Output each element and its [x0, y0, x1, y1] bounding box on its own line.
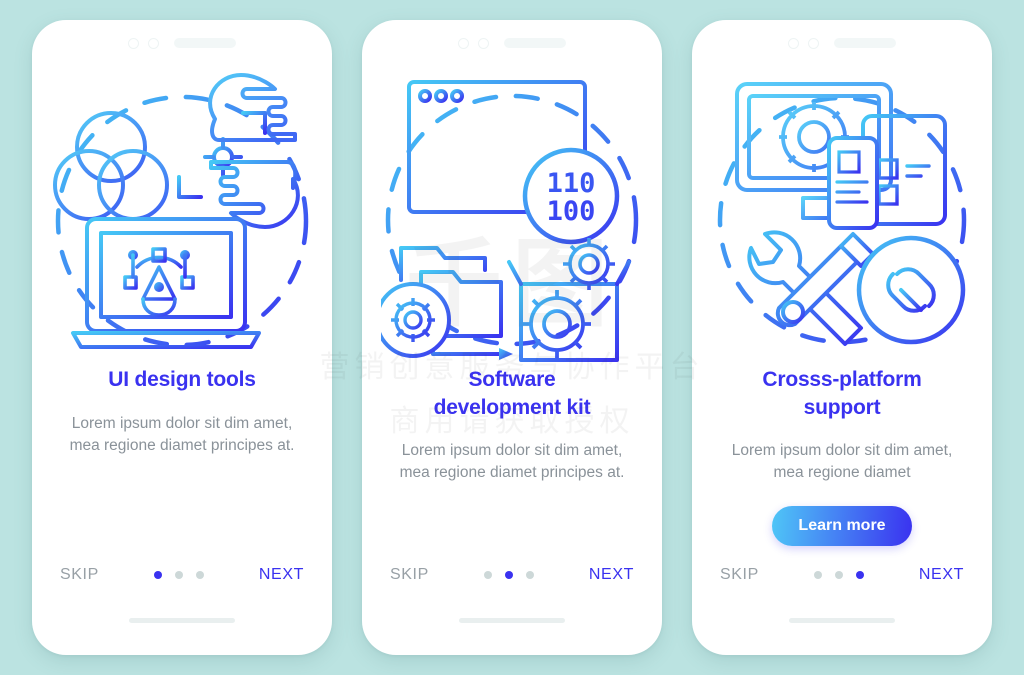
onboarding-screens-stage: UI design tools Lorem ipsum dolor sit di… — [0, 0, 1024, 675]
page-description: Lorem ipsum dolor sit dim amet, mea regi… — [731, 442, 953, 482]
phone-notch — [362, 20, 662, 66]
phone-screen-ui-design-tools: UI design tools Lorem ipsum dolor sit di… — [32, 20, 332, 655]
camera-icon — [788, 37, 799, 49]
page-indicator-dots — [483, 571, 534, 579]
speaker-grille — [504, 38, 566, 48]
home-indicator — [789, 618, 895, 623]
next-button[interactable]: NEXT — [587, 562, 636, 588]
page-description: Lorem ipsum dolor sit dim amet, mea regi… — [69, 414, 295, 454]
screen-content: UI design tools Lorem ipsum dolor sit di… — [32, 366, 332, 562]
page-dot-1[interactable] — [813, 571, 822, 579]
skip-button[interactable]: SKIP — [718, 562, 761, 588]
page-title: UI design tools — [108, 368, 256, 391]
page-indicator-dots — [813, 571, 864, 579]
page-dot-3[interactable] — [855, 571, 864, 579]
page-indicator-dots — [153, 571, 204, 579]
skip-button[interactable]: SKIP — [388, 562, 431, 588]
camera-icon — [458, 37, 469, 49]
onboarding-nav: SKIP NEXT — [692, 562, 992, 588]
binary-top-label: 110 — [547, 168, 596, 199]
page-dot-2[interactable] — [834, 571, 843, 579]
next-button[interactable]: NEXT — [257, 562, 306, 588]
page-title: Crosss-platform support — [762, 368, 922, 419]
sensor-icon — [478, 37, 489, 49]
page-dot-2[interactable] — [174, 571, 183, 579]
screen-content: Crosss-platform support Lorem ipsum dolo… — [692, 366, 992, 562]
learn-more-button[interactable]: Learn more — [772, 506, 912, 547]
phone-notch — [692, 20, 992, 66]
sensor-icon — [808, 37, 819, 49]
page-dot-1[interactable] — [483, 571, 492, 579]
skip-button[interactable]: SKIP — [58, 562, 101, 588]
phone-notch — [32, 20, 332, 66]
ui-design-tools-illustration — [32, 66, 332, 366]
speaker-grille — [834, 38, 896, 48]
page-dot-2[interactable] — [504, 571, 513, 579]
software-development-kit-illustration: 110 100 — [362, 66, 662, 366]
phone-screen-software-development-kit: 110 100 Software development kit Lorem i… — [362, 20, 662, 655]
onboarding-nav: SKIP NEXT — [362, 562, 662, 588]
binary-bottom-label: 100 — [547, 196, 596, 227]
page-title: Software development kit — [433, 368, 591, 419]
speaker-grille — [174, 38, 236, 48]
onboarding-nav: SKIP NEXT — [32, 562, 332, 588]
home-indicator — [459, 618, 565, 623]
page-dot-3[interactable] — [525, 571, 534, 579]
page-dot-3[interactable] — [195, 571, 204, 579]
next-button[interactable]: NEXT — [917, 562, 966, 588]
sensor-icon — [148, 37, 159, 49]
camera-icon — [128, 37, 139, 49]
page-dot-1[interactable] — [153, 571, 162, 579]
page-description: Lorem ipsum dolor sit dim amet, mea regi… — [399, 442, 625, 482]
cross-platform-support-illustration — [692, 66, 992, 366]
phone-screen-cross-platform-support: Crosss-platform support Lorem ipsum dolo… — [692, 20, 992, 655]
home-indicator — [129, 618, 235, 623]
screen-content: Software development kit Lorem ipsum dol… — [362, 366, 662, 562]
